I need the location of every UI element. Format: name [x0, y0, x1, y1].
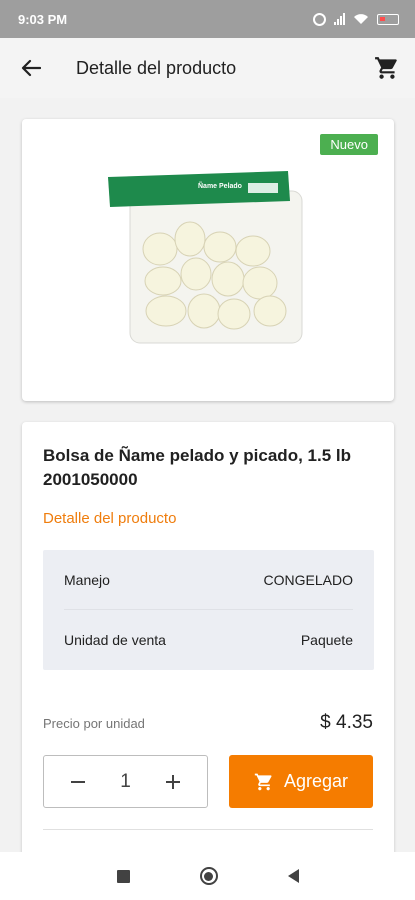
quantity-value: 1: [120, 770, 131, 792]
product-code: 2001050000: [43, 470, 138, 489]
cart-button[interactable]: [374, 55, 400, 81]
unit-price-label: Precio por unidad: [43, 716, 145, 731]
package-label: Ñame Pelado: [198, 181, 242, 190]
increase-quantity-button[interactable]: [163, 772, 183, 792]
back-triangle-icon[interactable]: [287, 869, 299, 883]
attribute-row: Unidad de venta Paquete: [64, 610, 353, 670]
divider: [43, 829, 373, 830]
attribute-value: Paquete: [300, 632, 353, 648]
status-icons: [313, 12, 399, 26]
add-button-label: Agregar: [283, 771, 349, 791]
recent-apps-icon[interactable]: [116, 869, 130, 883]
minus-icon: [71, 780, 85, 783]
system-nav-bar: [0, 852, 415, 900]
arrow-left-icon: [21, 59, 41, 77]
attribute-label: Manejo: [64, 571, 110, 588]
product-title: Bolsa de Ñame pelado y picado, 1.5 lb 20…: [43, 444, 383, 492]
new-badge: Nuevo: [320, 134, 378, 155]
attribute-label: Unidad de venta: [64, 632, 166, 648]
decrease-quantity-button[interactable]: [68, 772, 88, 792]
home-icon[interactable]: [199, 867, 218, 885]
quantity-stepper[interactable]: 1: [43, 755, 208, 808]
product-image: Ñame Pelado: [108, 171, 303, 344]
attributes-table: Manejo CONGELADO Unidad de venta Paquete: [43, 550, 374, 670]
page-title: Detalle del producto: [76, 57, 237, 78]
product-detail-section-title[interactable]: Detalle del producto: [43, 510, 176, 527]
wifi-icon: [354, 14, 368, 24]
app-bar: Detalle del producto: [0, 38, 415, 98]
attribute-value: CONGELADO: [263, 571, 353, 588]
attribute-row: Manejo CONGELADO: [64, 550, 353, 610]
plus-icon: [165, 774, 180, 789]
status-time: 9:03 PM: [18, 11, 68, 27]
status-bar: 9:03 PM: [0, 0, 415, 38]
add-to-cart-button[interactable]: Agregar: [229, 755, 373, 808]
shopping-cart-icon: [254, 773, 272, 790]
product-name: Bolsa de Ñame pelado y picado, 1.5 lb: [43, 446, 351, 465]
back-button[interactable]: [19, 56, 43, 80]
unit-price: $ 4.35: [320, 712, 373, 733]
shopping-cart-icon: [375, 57, 397, 79]
battery-icon: [377, 13, 399, 25]
alarm-icon: [313, 12, 326, 26]
product-image-card: Nuevo Ñame Pelado: [22, 119, 394, 401]
product-details-card: Bolsa de Ñame pelado y picado, 1.5 lb 20…: [22, 422, 394, 882]
signal-icon: [334, 13, 345, 25]
